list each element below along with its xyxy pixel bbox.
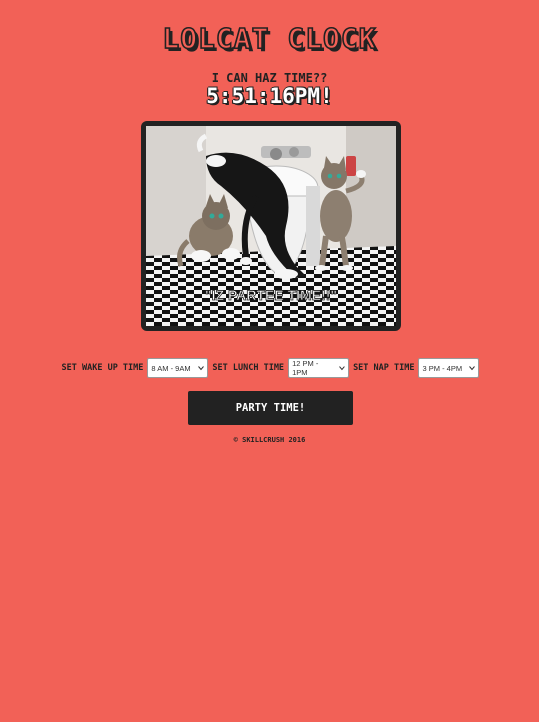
wake-up-label: SET WAKE UP TIME [61,363,144,373]
nap-time-select[interactable]: 3 PM - 4PM [418,358,480,378]
party-cats-photo: "IZ PARTEE TIME!!" [146,126,396,326]
lunch-time-value: 12 PM - 1PM [292,359,319,377]
photo-caption: "IZ PARTEE TIME!!" [205,287,337,303]
lunch-label: SET LUNCH TIME [212,363,285,373]
page-title: LOLCAT CLOCK [162,21,377,56]
chevron-down-icon [198,366,205,371]
clock-time: 5:51:16PM! [206,84,333,108]
clock-subtitle: I CAN HAZ TIME?? [211,71,328,85]
lolcat-photo-frame: "IZ PARTEE TIME!!" [141,121,401,331]
chevron-down-icon [469,366,476,371]
lunch-time-select[interactable]: 12 PM - 1PM [288,358,350,378]
wake-up-time-select[interactable]: 8 AM - 9AM [147,358,209,378]
time-settings: SET WAKE UP TIME 8 AM - 9AM SET LUNCH TI… [0,357,539,379]
party-time-button[interactable]: PARTY TIME! [188,391,353,425]
nap-time-value: 3 PM - 4PM [422,363,463,373]
nap-label: SET NAP TIME [353,363,415,373]
chevron-down-icon [339,366,345,371]
copyright-footer: © SKILLCRUSH 2016 [233,436,306,444]
wake-up-time-value: 8 AM - 9AM [151,363,191,373]
